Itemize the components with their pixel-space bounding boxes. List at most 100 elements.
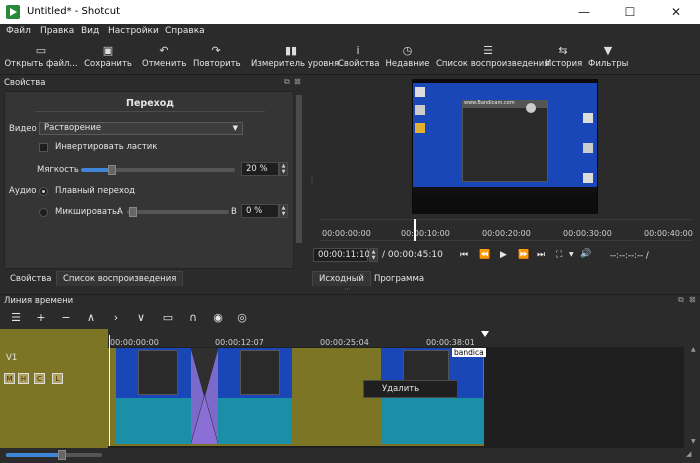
ripple-icon[interactable]: ◎: [234, 310, 250, 326]
redo-button[interactable]: ↷ Повторить: [193, 43, 241, 73]
context-menu-delete[interactable]: Удалить: [382, 384, 419, 394]
clip-audio-waveform: [218, 398, 292, 444]
recent-button[interactable]: ◷ Недавние: [385, 43, 430, 73]
properties-panel: Переход Видео Растворение ▼ Инвертироват…: [4, 91, 294, 269]
filters-button[interactable]: ▼ Фильтры: [588, 43, 628, 73]
playlist-icon: ☰: [483, 44, 493, 57]
menu-view[interactable]: Вид: [81, 26, 99, 36]
timeline-menu-icon[interactable]: ☰: [8, 310, 24, 326]
crossfade-radio[interactable]: [39, 187, 48, 196]
softness-slider-handle[interactable]: [107, 165, 116, 175]
softness-label: Мягкость: [37, 165, 79, 175]
player-scrubber[interactable]: 00:00:00:00 00:00:10:00 00:00:20:00 00:0…: [320, 219, 693, 241]
level-meter-button[interactable]: ▮▮ Измеритель уровня: [251, 43, 339, 73]
save-button[interactable]: ▣ Сохранить: [84, 43, 132, 73]
ruler-tick: 00:00:38:01: [426, 338, 475, 347]
splitter-handle-icon[interactable]: ⋮: [308, 176, 316, 185]
skip-next-icon[interactable]: ⏭: [537, 250, 545, 260]
ruler-tick: 00:00:30:00: [563, 229, 612, 238]
timeline-vscrollbar[interactable]: ▲ ▼: [688, 330, 700, 448]
minimize-button[interactable]: —: [561, 0, 607, 24]
video-transition-select[interactable]: Растворение ▼: [39, 122, 243, 135]
properties-button[interactable]: i Свойства: [338, 43, 380, 73]
overwrite-icon[interactable]: ›: [108, 310, 124, 326]
history-button[interactable]: ⇆ История: [545, 43, 582, 73]
playlist-button[interactable]: ☰ Список воспроизведения: [436, 43, 549, 73]
mix-slider-handle[interactable]: [129, 207, 137, 217]
menu-edit[interactable]: Правка: [40, 26, 74, 36]
tab-properties[interactable]: Свойства: [4, 272, 58, 287]
player-playhead[interactable]: [414, 219, 416, 241]
mix-radio[interactable]: [39, 208, 48, 217]
invert-wipe-checkbox[interactable]: [39, 143, 48, 152]
remove-icon[interactable]: −: [58, 310, 74, 326]
menu-help[interactable]: Справка: [165, 26, 205, 36]
softness-slider[interactable]: [81, 168, 235, 172]
lift-icon[interactable]: ∧: [83, 310, 99, 326]
dock-close-icon[interactable]: ⊠: [689, 295, 696, 304]
open-file-button[interactable]: ▭ Открыть файл...: [4, 43, 78, 73]
softness-spinbox[interactable]: 20 %: [241, 162, 279, 176]
skip-previous-icon[interactable]: ⏮: [460, 250, 468, 260]
clip-icon[interactable]: ▭: [160, 310, 176, 326]
track-name: V1: [6, 353, 18, 363]
mix-spin-arrows[interactable]: ▲ ▼: [279, 204, 288, 218]
dock-float-icon[interactable]: ⧉: [284, 77, 290, 87]
mix-slider[interactable]: [127, 210, 229, 214]
tab-playlist[interactable]: Список воспроизведения: [56, 271, 184, 286]
current-time-field[interactable]: 00:00:11:10: [313, 248, 370, 262]
desktop-icon: [583, 143, 593, 153]
desktop-icon: [583, 173, 593, 183]
desktop-icon: [583, 113, 593, 123]
split-icon[interactable]: ∨: [133, 310, 149, 326]
track-header-v1[interactable]: V1 M H C L: [0, 329, 108, 448]
dock-close-icon[interactable]: ⊠: [294, 77, 301, 86]
softness-spin-arrows[interactable]: ▲ ▼: [279, 162, 288, 176]
ruler-tick: 00:00:25:04: [320, 338, 369, 347]
tab-source[interactable]: Исходный: [312, 271, 371, 286]
zoom-dropdown-icon[interactable]: ▼: [569, 251, 574, 258]
close-button[interactable]: ✕: [653, 0, 699, 24]
tab-program[interactable]: Программа: [368, 272, 430, 287]
fast-forward-icon[interactable]: ⏩: [518, 250, 529, 260]
time-spin-arrows[interactable]: ▲ ▼: [369, 248, 378, 262]
composite-button[interactable]: C: [34, 373, 45, 384]
scroll-up-icon[interactable]: ▲: [691, 346, 696, 353]
scrollbar-thumb[interactable]: [296, 95, 302, 243]
volume-icon[interactable]: 🔊: [580, 249, 591, 259]
snap-magnet-icon[interactable]: ∩: [185, 310, 201, 326]
dock-float-icon[interactable]: ⧉: [678, 295, 684, 305]
properties-dock-title: Свойства: [4, 78, 46, 88]
maximize-button[interactable]: ☐: [607, 0, 653, 24]
properties-scrollbar[interactable]: [295, 91, 303, 269]
mute-button[interactable]: M: [4, 373, 15, 384]
rewind-icon[interactable]: ⏪: [479, 250, 490, 260]
ruler-tick: 00:00:12:07: [215, 338, 264, 347]
fullscreen-icon[interactable]: ⛶: [556, 250, 562, 260]
play-icon[interactable]: ▶: [500, 250, 507, 260]
zoom-slider-handle[interactable]: [58, 450, 66, 460]
timecode-placeholder: --:--:--:-- /: [610, 251, 649, 261]
hide-button[interactable]: H: [18, 373, 29, 384]
timeline-ruler[interactable]: 00:00:00:00 00:00:12:07 00:00:25:04 00:0…: [108, 330, 684, 347]
undo-button[interactable]: ↶ Отменить: [142, 43, 186, 73]
audio-label: Аудио: [9, 186, 37, 196]
lock-button[interactable]: L: [52, 373, 63, 384]
window-title: Untitled* - Shotcut: [27, 6, 121, 17]
menu-file[interactable]: Файл: [6, 26, 31, 36]
timeline-playhead[interactable]: [109, 335, 110, 446]
transition-clip[interactable]: [191, 348, 218, 444]
menu-settings[interactable]: Настройки: [108, 26, 159, 36]
mix-spinbox[interactable]: 0 %: [241, 204, 279, 218]
ruler-tick: 00:00:20:00: [482, 229, 531, 238]
clock-icon: ◷: [402, 44, 413, 57]
ruler-tick: 00:00:00:00: [322, 229, 371, 238]
splitter-handle-icon[interactable]: ⋯: [344, 285, 351, 293]
scroll-down-icon[interactable]: ▼: [691, 438, 696, 445]
append-icon[interactable]: +: [33, 310, 49, 326]
ruler-tick: 00:00:00:00: [110, 338, 159, 347]
scrub-icon[interactable]: ◉: [210, 310, 226, 326]
redo-icon: ↷: [211, 44, 221, 57]
zoom-slider[interactable]: [6, 453, 102, 457]
desktop-icon: [415, 87, 425, 97]
